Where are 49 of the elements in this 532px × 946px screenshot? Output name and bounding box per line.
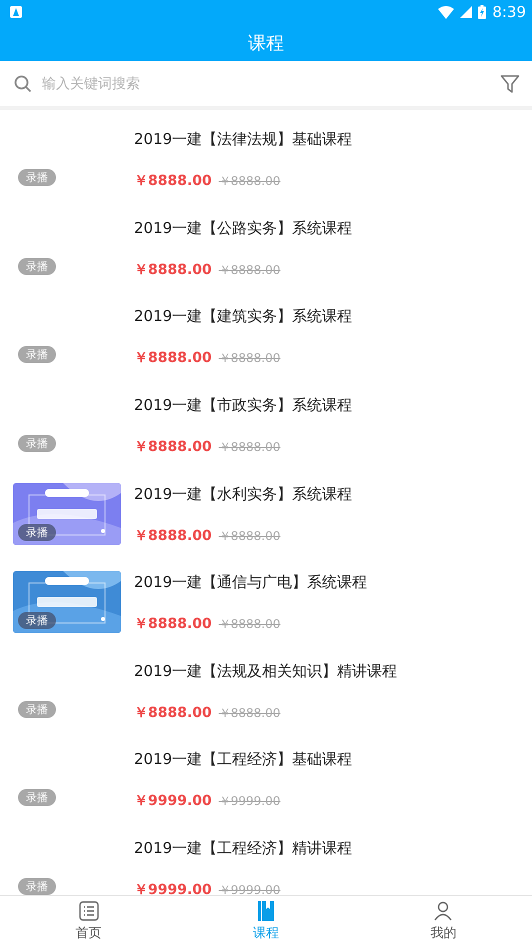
course-price: ￥8888.00: [134, 704, 212, 722]
course-price: ￥8888.00: [134, 349, 212, 368]
recorded-badge: 录播: [18, 346, 56, 364]
recorded-badge: 录播: [18, 169, 56, 186]
signal-icon: [460, 6, 472, 18]
page-title: 课程: [248, 32, 284, 54]
status-time: 8:39: [492, 3, 526, 21]
original-price: ￥8888.00: [218, 616, 280, 634]
list-icon: [78, 900, 99, 920]
course-price: ￥8888.00: [134, 438, 212, 456]
course-title[interactable]: 2019一建【工程经济】基础课程: [134, 750, 520, 770]
book-icon: [258, 900, 274, 920]
original-price: ￥8888.00: [218, 528, 280, 545]
person-icon: [433, 900, 454, 920]
course-title[interactable]: 2019一建【水利实务】系统课程: [134, 484, 520, 504]
course-title[interactable]: 2019一建【公路实务】系统课程: [134, 218, 520, 238]
original-price: ￥9999.00: [218, 793, 280, 810]
course-title[interactable]: 2019一建【工程经济】精讲课程: [134, 839, 520, 858]
course-price: ￥8888.00: [134, 526, 212, 545]
search-icon: [14, 74, 32, 92]
original-price: ￥8888.00: [218, 173, 280, 190]
course-title[interactable]: 2019一建【法律法规】基础课程: [134, 130, 520, 150]
recorded-badge: 录播: [18, 700, 56, 718]
recorded-badge: 录播: [18, 878, 56, 895]
battery-icon: [478, 5, 486, 19]
recorded-badge: 录播: [18, 258, 56, 275]
filter-icon[interactable]: [500, 74, 520, 94]
course-title[interactable]: 2019一建【建筑实务】系统课程: [134, 307, 520, 326]
recorded-badge: 录播: [18, 435, 56, 452]
course-title[interactable]: 2019一建【市政实务】系统课程: [134, 396, 520, 416]
original-price: ￥9999.00: [218, 882, 280, 895]
original-price: ￥8888.00: [218, 262, 280, 279]
notification-icon: [10, 6, 22, 18]
course-title[interactable]: 2019一建【通信与广电】系统课程: [134, 573, 520, 592]
course-price: ￥8888.00: [134, 615, 212, 634]
recorded-badge: 录播: [18, 612, 56, 630]
original-price: ￥8888.00: [218, 704, 280, 722]
course-title[interactable]: 2019一建【法规及相关知识】精讲课程: [134, 662, 520, 681]
search-field[interactable]: 输入关键词搜索: [42, 76, 490, 92]
nav-tab[interactable]: 首页: [0, 896, 178, 946]
course-price: ￥8888.00: [134, 260, 212, 279]
course-price: ￥9999.00: [134, 881, 212, 895]
course-price: ￥8888.00: [134, 172, 212, 190]
nav-tab[interactable]: 我的: [354, 896, 532, 946]
course-price: ￥9999.00: [134, 792, 212, 810]
original-price: ￥8888.00: [218, 439, 280, 456]
wifi-icon: [438, 6, 454, 18]
recorded-badge: 录播: [18, 789, 56, 806]
original-price: ￥8888.00: [218, 350, 280, 368]
